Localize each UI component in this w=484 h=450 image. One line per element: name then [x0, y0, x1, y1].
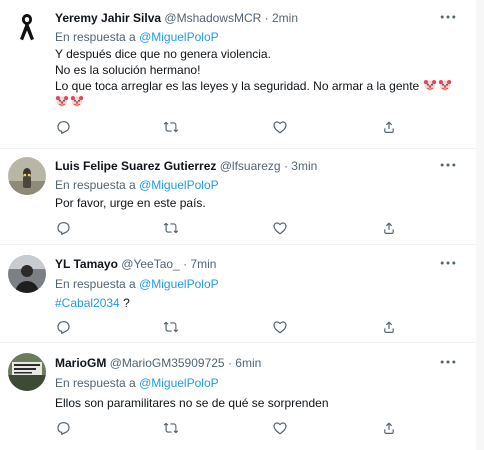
reply-mention-link[interactable]: @MiguelPoloP	[139, 376, 219, 390]
tweet-text-line: No es la solución hermano!	[55, 63, 201, 77]
tweet-text-line: #Cabal2034 ?	[55, 295, 464, 311]
more-icon[interactable]	[438, 253, 458, 273]
share-icon[interactable]	[381, 319, 397, 335]
tweet-text-line: Por favor, urge en este país.	[55, 196, 206, 210]
heart-icon[interactable]	[272, 119, 288, 135]
separator-dot: ·	[283, 159, 288, 173]
clown-face-icon	[55, 94, 69, 108]
comment-icon[interactable]	[55, 119, 71, 135]
reply-mention-link[interactable]: @MiguelPoloP	[139, 178, 219, 192]
tweet-text: Y después dice que no genera violencia. …	[55, 46, 464, 110]
retweet-icon[interactable]	[163, 119, 179, 135]
reply-context: En respuesta a @MiguelPoloP	[55, 177, 219, 193]
tweet[interactable]: Luis Felipe Suarez Gutierrez @lfsuarezg …	[0, 148, 476, 245]
tweet-header: MarioGM @MarioGM35909725 · 6min	[55, 354, 438, 372]
display-name[interactable]: Yeremy Jahir Silva	[55, 11, 161, 25]
tweet-text-segment: ?	[119, 296, 130, 310]
tweet-text: Ellos son paramilitares no se de qué se …	[55, 395, 464, 411]
more-icon[interactable]	[438, 7, 458, 27]
action-bar	[55, 119, 455, 137]
tweet-text-line: Y después dice que no genera violencia.	[55, 47, 271, 61]
hashtag-link[interactable]: #Cabal2034	[55, 296, 120, 310]
tweet[interactable]: YL Tamayo @YeeTao_ · 7min En respuesta a…	[0, 244, 476, 343]
tweet-text-line	[55, 94, 464, 110]
reply-context: En respuesta a @MiguelPoloP	[55, 29, 219, 45]
scrollbar[interactable]	[476, 0, 484, 450]
share-icon[interactable]	[381, 220, 397, 236]
avatar[interactable]	[8, 353, 46, 391]
reply-prefix: En respuesta a	[55, 277, 136, 291]
timestamp[interactable]: 3min	[291, 159, 317, 173]
tweet[interactable]: MarioGM @MarioGM35909725 · 6min En respu…	[0, 342, 476, 450]
user-handle[interactable]: @MarioGM35909725	[110, 356, 225, 370]
tweet-text-segment: Lo que toca arreglar es las leyes y la s…	[55, 79, 420, 93]
avatar[interactable]	[8, 8, 46, 46]
clown-face-icon	[423, 78, 437, 92]
action-bar	[55, 319, 455, 337]
comment-icon[interactable]	[55, 420, 71, 436]
user-handle[interactable]: @lfsuarezg	[220, 159, 281, 173]
display-name[interactable]: YL Tamayo	[55, 257, 118, 271]
tweet-header: Luis Felipe Suarez Gutierrez @lfsuarezg …	[55, 157, 438, 175]
reply-context: En respuesta a @MiguelPoloP	[55, 276, 219, 292]
tweet-header: Yeremy Jahir Silva @MshadowsMCR · 2min	[55, 9, 438, 27]
share-icon[interactable]	[381, 420, 397, 436]
tweet-text: #Cabal2034 ?	[55, 295, 464, 311]
separator-dot: ·	[183, 257, 188, 271]
heart-icon[interactable]	[272, 220, 288, 236]
comment-icon[interactable]	[55, 319, 71, 335]
tweet-text-line: Ellos son paramilitares no se de qué se …	[55, 396, 329, 410]
share-icon[interactable]	[381, 119, 397, 135]
tweet[interactable]: Yeremy Jahir Silva @MshadowsMCR · 2min E…	[0, 0, 476, 149]
reply-prefix: En respuesta a	[55, 30, 136, 44]
avatar[interactable]	[8, 157, 46, 195]
action-bar	[55, 420, 455, 438]
more-icon[interactable]	[438, 352, 458, 372]
reply-prefix: En respuesta a	[55, 178, 136, 192]
timestamp[interactable]: 2min	[272, 11, 298, 25]
tweet-text-line: Lo que toca arreglar es las leyes y la s…	[55, 78, 464, 94]
reply-mention-link[interactable]: @MiguelPoloP	[139, 277, 219, 291]
clown-face-icon	[70, 94, 84, 108]
user-handle[interactable]: @YeeTao_	[121, 257, 179, 271]
separator-dot: ·	[227, 356, 232, 370]
avatar[interactable]	[8, 255, 46, 293]
action-bar	[55, 220, 455, 238]
reply-context: En respuesta a @MiguelPoloP	[55, 375, 219, 391]
heart-icon[interactable]	[272, 420, 288, 436]
timestamp[interactable]: 7min	[190, 257, 216, 271]
display-name[interactable]: MarioGM	[55, 356, 106, 370]
retweet-icon[interactable]	[163, 420, 179, 436]
reply-mention-link[interactable]: @MiguelPoloP	[139, 30, 219, 44]
clown-face-icon	[438, 78, 452, 92]
tweet-text: Por favor, urge en este país.	[55, 195, 464, 211]
separator-dot: ·	[264, 11, 269, 25]
user-handle[interactable]: @MshadowsMCR	[164, 11, 261, 25]
heart-icon[interactable]	[272, 319, 288, 335]
retweet-icon[interactable]	[163, 220, 179, 236]
timestamp[interactable]: 6min	[235, 356, 261, 370]
comment-icon[interactable]	[55, 220, 71, 236]
retweet-icon[interactable]	[163, 319, 179, 335]
tweet-header: YL Tamayo @YeeTao_ · 7min	[55, 255, 438, 273]
reply-prefix: En respuesta a	[55, 376, 136, 390]
reply-feed: Yeremy Jahir Silva @MshadowsMCR · 2min E…	[0, 0, 476, 450]
display-name[interactable]: Luis Felipe Suarez Gutierrez	[55, 159, 216, 173]
more-icon[interactable]	[438, 155, 458, 175]
